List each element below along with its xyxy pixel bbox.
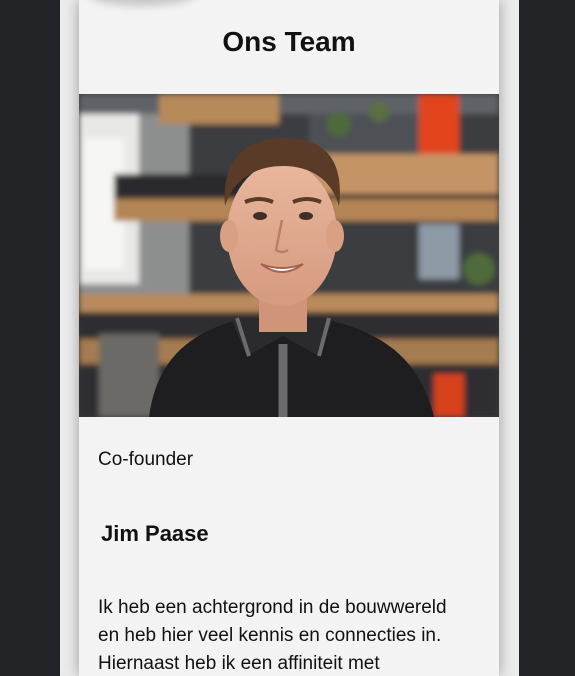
header-shadow	[87, 0, 197, 6]
member-name: Jim Paase	[101, 521, 209, 546]
member-photo	[79, 94, 499, 417]
member-bio: Ik heb een achtergrond in de bouwwereld …	[98, 597, 447, 674]
team-card: Ons Team Co-founder Jim Paase Ik heb een…	[79, 0, 499, 676]
member-role: Co-founder	[98, 449, 194, 470]
page-title: Ons Team	[222, 26, 356, 57]
